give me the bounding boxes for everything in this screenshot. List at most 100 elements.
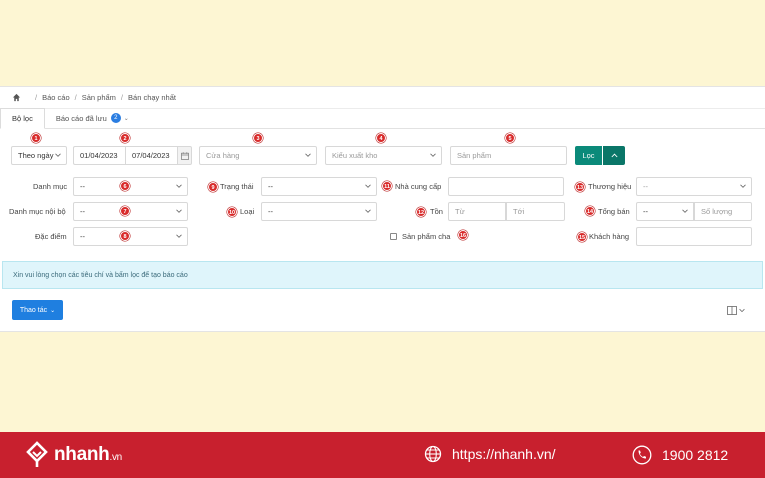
- date-to-value: 07/04/2023: [132, 151, 170, 160]
- export-type-select[interactable]: Kiểu xuất kho: [325, 146, 442, 165]
- export-type-placeholder: Kiểu xuất kho: [332, 151, 378, 160]
- chevron-down-icon: [739, 308, 745, 312]
- marker-14: 14: [585, 206, 595, 216]
- total-sold-operator-value: --: [643, 207, 648, 216]
- website-link[interactable]: https://nhanh.vn/: [424, 445, 556, 463]
- breadcrumb-reports[interactable]: Báo cáo: [42, 93, 70, 102]
- marker-9: 9: [208, 182, 218, 192]
- supplier-label: Nhà cung cấp: [395, 182, 442, 191]
- attribute-value: --: [80, 232, 85, 241]
- filter-button-label: Lọc: [582, 151, 595, 160]
- internal-category-select[interactable]: --: [73, 202, 188, 221]
- chevron-down-icon: [365, 184, 371, 188]
- marker-7: 7: [120, 206, 130, 216]
- store-select[interactable]: Cửa hàng: [199, 146, 317, 165]
- brand-label: Thương hiệu: [588, 182, 632, 191]
- marker-11: 11: [382, 181, 392, 191]
- chevron-down-icon: [740, 184, 746, 188]
- type-label: Loại: [240, 207, 255, 216]
- total-sold-quantity-input[interactable]: Số lượng: [694, 202, 752, 221]
- date-from-value: 01/04/2023: [80, 151, 118, 160]
- internal-category-label: Danh mục nội bộ: [9, 207, 66, 216]
- date-to-input[interactable]: 07/04/2023: [125, 146, 178, 165]
- saved-count-badge: 2: [110, 113, 121, 123]
- brand-suffix: .vn: [109, 452, 123, 463]
- chevron-down-icon: [176, 209, 182, 213]
- stock-from-input[interactable]: Từ: [448, 202, 506, 221]
- stock-label: Tồn: [430, 207, 443, 216]
- stock-from-placeholder: Từ: [455, 207, 465, 216]
- footer-banner: nhanh.vn https://nhanh.vn/ 1900 2812: [0, 432, 765, 478]
- period-value: Theo ngày: [18, 151, 54, 160]
- customer-input[interactable]: [636, 227, 752, 246]
- marker-4: 4: [376, 133, 386, 143]
- status-select[interactable]: --: [261, 177, 377, 196]
- marker-10: 10: [227, 207, 237, 217]
- status-label: Trạng thái: [220, 182, 254, 191]
- parent-product-label: Sản phẩm cha: [402, 232, 451, 241]
- website-url: https://nhanh.vn/: [452, 446, 556, 462]
- tab-saved-reports[interactable]: Báo cáo đã lưu 2 ⌄: [45, 108, 140, 128]
- marker-5: 5: [505, 133, 515, 143]
- actions-button[interactable]: Thao tác ⌄: [12, 300, 63, 320]
- product-input[interactable]: Sản phẩm: [450, 146, 567, 165]
- chevron-down-icon: [682, 209, 688, 213]
- nhanh-logo-icon: [26, 441, 48, 467]
- brand-select[interactable]: --: [636, 177, 752, 196]
- total-sold-operator-select[interactable]: --: [636, 202, 694, 221]
- category-select[interactable]: --: [73, 177, 188, 196]
- internal-category-value: --: [80, 207, 85, 216]
- stock-to-input[interactable]: Tới: [506, 202, 565, 221]
- chevron-down-icon: [176, 184, 182, 188]
- tab-bar: Bộ lọc Báo cáo đã lưu 2 ⌄: [0, 108, 765, 129]
- globe-icon: [424, 445, 442, 463]
- filter-button[interactable]: Lọc: [575, 146, 602, 165]
- breadcrumb-products[interactable]: Sản phẩm: [82, 93, 116, 102]
- brand-value: --: [643, 182, 648, 191]
- customer-label: Khách hàng: [589, 232, 630, 241]
- info-message-text: Xin vui lòng chọn các tiêu chí và bấm lọ…: [13, 271, 188, 279]
- chevron-down-icon: ⌄: [123, 115, 129, 122]
- parent-product-checkbox[interactable]: [390, 233, 397, 240]
- calendar-button[interactable]: [177, 146, 192, 165]
- marker-16: 16: [458, 230, 468, 240]
- product-placeholder: Sản phẩm: [457, 151, 492, 160]
- chevron-down-icon: [365, 209, 371, 213]
- status-value: --: [268, 182, 273, 191]
- phone-number: 1900 2812: [662, 447, 729, 463]
- home-icon[interactable]: [12, 93, 21, 102]
- tab-filters[interactable]: Bộ lọc: [0, 108, 45, 129]
- info-message: Xin vui lòng chọn các tiêu chí và bấm lọ…: [2, 261, 763, 289]
- attribute-select[interactable]: --: [73, 227, 188, 246]
- marker-2: 2: [120, 133, 130, 143]
- chevron-down-icon: [176, 234, 182, 238]
- stock-to-placeholder: Tới: [513, 207, 525, 216]
- phone-icon: [632, 445, 652, 465]
- tab-saved-reports-label: Báo cáo đã lưu: [55, 113, 107, 123]
- chevron-down-icon: [305, 153, 311, 157]
- type-select[interactable]: --: [261, 202, 377, 221]
- supplier-input[interactable]: [448, 177, 564, 196]
- date-from-input[interactable]: 01/04/2023: [73, 146, 125, 165]
- collapse-filters-button[interactable]: [603, 146, 625, 165]
- breadcrumb-bestsellers: Bán chạy nhất: [128, 92, 176, 102]
- brand-name-text: nhanh: [54, 444, 110, 465]
- chevron-down-icon: [55, 153, 61, 157]
- period-select[interactable]: Theo ngày: [11, 146, 67, 165]
- marker-1: 1: [31, 133, 41, 143]
- tab-filters-label: Bộ lọc: [12, 114, 33, 123]
- store-placeholder: Cửa hàng: [206, 151, 240, 160]
- brand-logo: nhanh.vn: [24, 441, 122, 469]
- marker-8: 8: [120, 231, 130, 241]
- total-sold-label: Tổng bán: [598, 207, 630, 216]
- columns-toggle-button[interactable]: [727, 304, 747, 316]
- columns-icon: [727, 305, 737, 315]
- total-sold-quantity-placeholder: Số lượng: [701, 207, 733, 216]
- calendar-icon: [180, 151, 189, 160]
- breadcrumb: / Báo cáo / Sản phẩm / Bán chạy nhất: [0, 86, 765, 109]
- marker-12: 12: [416, 207, 426, 217]
- category-label: Danh mục: [33, 182, 68, 191]
- marker-15: 15: [577, 232, 587, 242]
- brand-name: nhanh.vn: [54, 444, 122, 466]
- hotline[interactable]: 1900 2812: [632, 445, 728, 465]
